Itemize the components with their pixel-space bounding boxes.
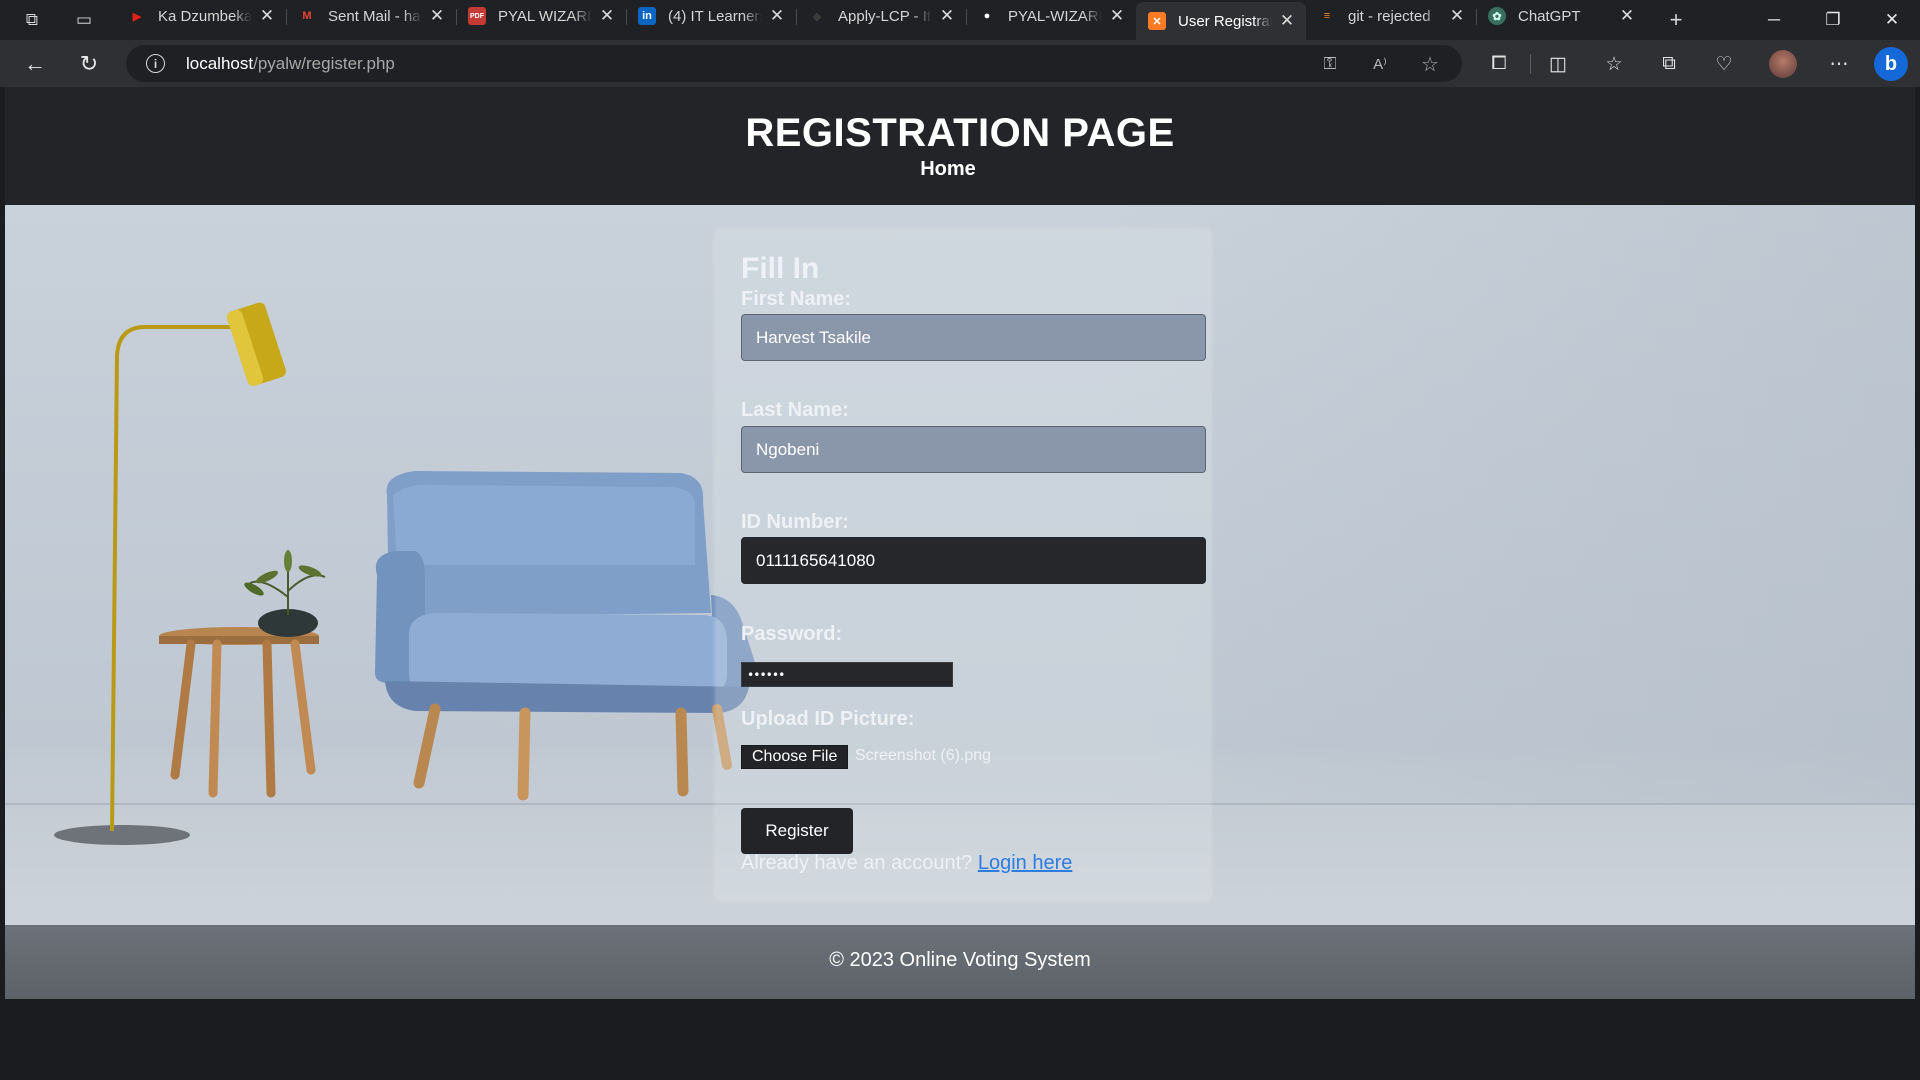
favorites-icon[interactable]: ☆ [1597,48,1631,80]
close-tab-icon[interactable]: ✕ [1448,6,1466,26]
youtube-icon: ▶ [132,10,142,23]
chatgpt-icon: ✿ [1488,7,1506,25]
table-leg [290,639,316,775]
chair-leg [675,707,689,797]
tab-title: Ka Dzumbeka [158,7,252,25]
browser-tab[interactable]: PDF PYAL WIZARD ✕ [456,0,626,32]
login-prompt: Already have an account? Login here [741,852,1072,875]
site-header: REGISTRATION PAGE Home [5,87,1915,205]
browser-tab[interactable]: ≡ git - rejected ✕ [1306,0,1476,32]
url-text[interactable]: localhost/pyalw/register.php [186,54,395,74]
performance-icon[interactable]: ♡ [1707,48,1741,80]
tab-actions-icon[interactable]: ▭ [70,6,98,34]
choose-file-button[interactable]: Choose File [741,745,849,769]
linkedin-icon: in [638,7,656,25]
web-page: REGISTRATION PAGE Home Fill In First Nam… [5,87,1915,1080]
toolbar-divider [1530,54,1531,74]
key-icon[interactable]: ⚿ [1316,50,1344,78]
extensions-icon[interactable]: ⧠ [1482,48,1516,80]
register-button[interactable]: Register [741,808,853,854]
favorite-star-icon[interactable]: ☆ [1416,50,1444,78]
gmail-icon: M [302,10,312,22]
id-number-label: ID Number: [741,511,849,533]
profile-avatar[interactable] [1766,48,1800,80]
chair-leg [413,703,441,789]
hero-background: Fill In First Name: Last Name: ID Number… [5,205,1915,925]
lamp-base [54,825,190,845]
browser-tab[interactable]: ▶ Ka Dzumbeka ✕ [116,0,286,32]
read-aloud-icon[interactable]: A⁾ [1366,50,1394,78]
first-name-label: First Name: [741,288,852,310]
home-link[interactable]: Home [5,158,1891,181]
browser-tab[interactable]: ◆ Apply-LCP - It ✕ [796,0,966,32]
close-tab-icon[interactable]: ✕ [428,6,446,26]
close-tab-icon[interactable]: ✕ [768,6,786,26]
pdf-icon: PDF [468,7,486,25]
lamp-shade [226,302,286,386]
close-tab-icon[interactable]: ✕ [1278,11,1296,31]
chair-leg [517,707,531,801]
site-footer: © 2023 Online Voting System [5,925,1915,999]
id-number-field[interactable] [741,537,1206,584]
upload-id-label: Upload ID Picture: [741,708,915,730]
first-name-field[interactable] [741,314,1206,361]
table-leg [170,639,196,780]
page-title: REGISTRATION PAGE [745,111,1175,155]
table-leg [262,639,276,798]
github-icon: ● [983,10,991,22]
tab-title: PYAL WIZARD [498,7,592,25]
tab-title: Sent Mail - ha [328,7,421,25]
close-tab-icon[interactable]: ✕ [1108,6,1126,26]
browser-tab-strip: ⧉ ▭ ▶ Ka Dzumbeka ✕ M Sent Mail - ha ✕ PDF PYAL… [0,0,1920,40]
site-icon: ◆ [812,10,822,23]
last-name-label: Last Name: [741,399,849,421]
registration-form: Fill In First Name: Last Name: ID Number… [716,230,1210,900]
selected-file-name: Screenshot (6).png [855,747,992,764]
login-link[interactable]: Login here [978,852,1073,874]
close-tab-icon[interactable]: ✕ [598,6,616,26]
tab-title: User Registrat [1178,12,1272,30]
tab-title: Apply-LCP - It [838,7,932,25]
collections-icon[interactable]: ⧉ [1652,48,1686,80]
site-info-icon[interactable]: i [146,54,165,73]
stackoverflow-icon: ≡ [1323,10,1331,22]
split-screen-icon[interactable]: ◫ [1541,48,1575,80]
restore-icon[interactable]: ❐ [1805,0,1861,40]
close-tab-icon[interactable]: ✕ [258,6,276,26]
browser-tab[interactable]: ✕ User Registrat ✕ [1136,2,1306,40]
new-tab-icon[interactable]: + [1662,6,1690,34]
url-host: localhost [186,54,254,73]
close-tab-icon[interactable]: ✕ [1618,6,1636,26]
tab-title: git - rejected [1348,7,1431,25]
password-label: Password: [741,623,843,645]
refresh-icon[interactable]: ↻ [72,47,106,81]
browser-tab[interactable]: in (4) IT Learners ✕ [626,0,796,32]
account-prompt-text: Already have an account? [741,852,973,874]
footer-copyright: © 2023 Online Voting System [829,949,1091,971]
close-window-icon[interactable]: ✕ [1864,0,1920,40]
bing-copilot-icon[interactable]: b [1874,47,1908,81]
close-tab-icon[interactable]: ✕ [938,6,956,26]
url-field[interactable]: i localhost/pyalw/register.php ⚿ A⁾ ☆ [126,45,1462,82]
tab-title: ChatGPT [1518,7,1581,25]
table-leg [208,639,222,798]
xampp-icon: ✕ [1148,12,1166,30]
more-options-icon[interactable]: ⋯ [1822,48,1856,80]
form-heading: Fill In [741,252,820,285]
password-field[interactable] [741,662,953,687]
tab-title: (4) IT Learners [668,7,762,25]
address-bar: ← ↻ i localhost/pyalw/register.php ⚿ A⁾ … [0,40,1920,87]
last-name-field[interactable] [741,426,1206,473]
back-icon[interactable]: ← [18,47,52,81]
workspaces-icon[interactable]: ⧉ [18,6,46,34]
browser-tab[interactable]: M Sent Mail - ha ✕ [286,0,456,32]
url-path: /pyalw/register.php [253,54,395,73]
tab-title: PYAL-WIZARD [1008,7,1102,25]
browser-tab[interactable]: ● PYAL-WIZARD ✕ [966,0,1136,32]
browser-tab[interactable]: ✿ ChatGPT ✕ [1476,0,1646,32]
minimize-icon[interactable]: ─ [1746,0,1802,40]
